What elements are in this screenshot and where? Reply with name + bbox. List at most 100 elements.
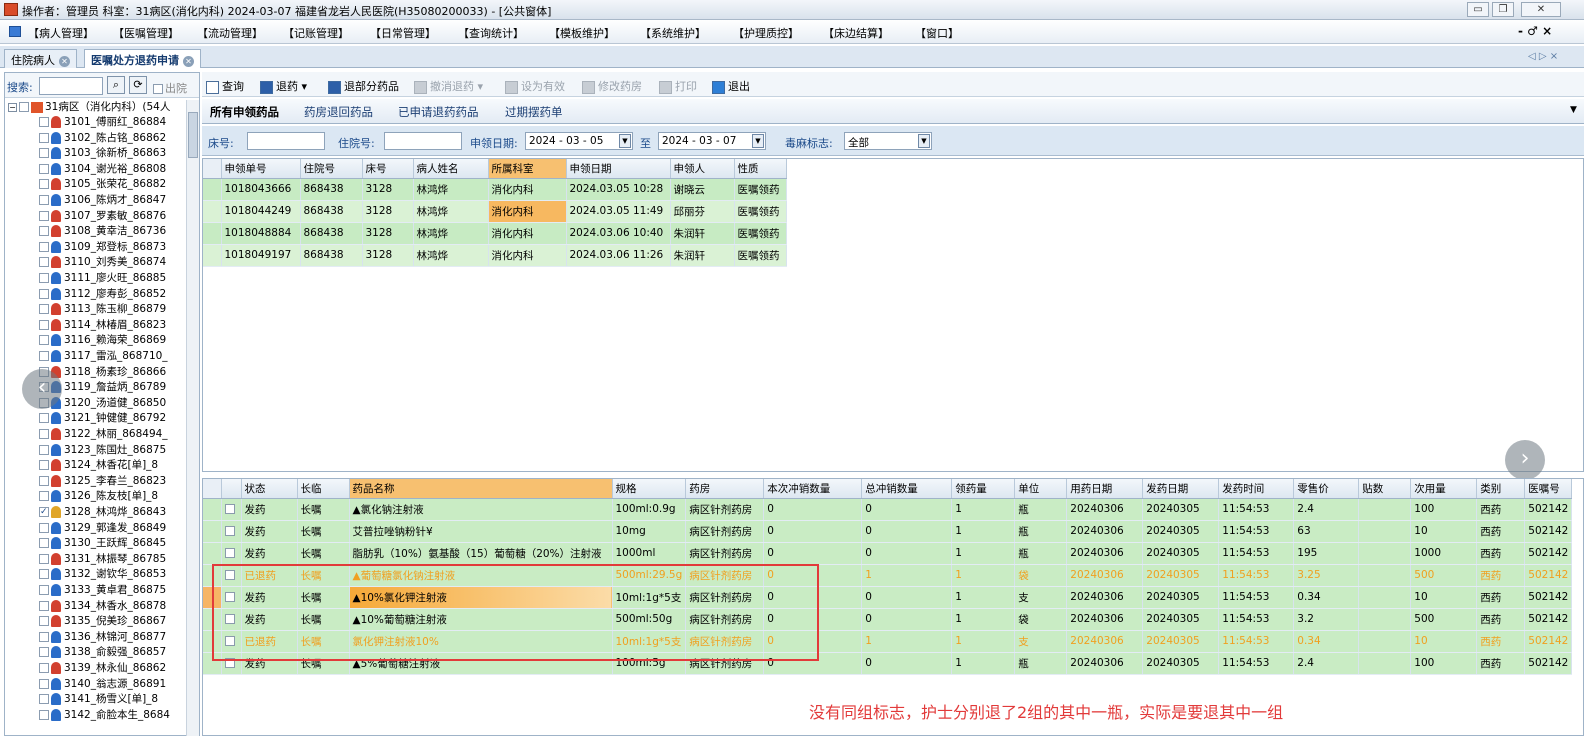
set-valid-button[interactable]: 设为有效 [505, 78, 565, 94]
patient-item[interactable]: 3130_王跃辉_86845 [39, 536, 166, 551]
table-row[interactable]: 1018048884 868438 3128 林鸿烨 消化内科 2024.03.06 10… [203, 222, 787, 245]
row-header[interactable] [203, 244, 222, 267]
menu-statistics[interactable]: 【查询统计】 [458, 25, 524, 41]
discharged-toggle[interactable]: 出院 [153, 80, 187, 96]
tab-return-request[interactable]: 医嘱处方退药申请 ✕ [84, 49, 201, 68]
column-header[interactable]: 用药日期 [1066, 479, 1144, 499]
patient-checkbox[interactable] [39, 600, 49, 611]
row-header[interactable] [203, 178, 222, 201]
menu-patient[interactable]: 【病人管理】 [28, 25, 94, 41]
tab-return-requested[interactable]: 已申请退药药品 [398, 104, 479, 120]
patient-item[interactable]: 3134_林香水_86878 [39, 599, 166, 614]
patient-checkbox[interactable] [39, 585, 49, 595]
column-header[interactable]: 状态 [241, 479, 298, 499]
table-row[interactable]: 1018043666 868438 3128 林鸿烨 消化内科 2024.03.05 10… [203, 178, 787, 201]
row-header[interactable] [203, 542, 222, 565]
patient-checkbox[interactable] [39, 288, 49, 299]
patient-item[interactable]: 3102_陈占铭_86862 [39, 131, 166, 146]
mdi-controls[interactable]: - ♂ × [1518, 24, 1552, 38]
query-button[interactable]: 查询 [206, 78, 244, 94]
discharged-checkbox[interactable] [153, 84, 163, 94]
patient-item[interactable]: 3111_廖火旺_86885 [39, 271, 166, 286]
patient-item[interactable]: 3131_林振琴_86785 [39, 552, 166, 567]
patient-item[interactable]: 3107_罗素敏_86876 [39, 209, 166, 224]
patient-checkbox[interactable] [39, 304, 49, 315]
row-header[interactable] [203, 498, 222, 521]
patient-item[interactable]: 3126_陈友枝[单]_8 [39, 489, 158, 504]
patient-item[interactable]: 3116_赖海荣_86869 [39, 333, 166, 348]
patient-item[interactable]: 3121_钟健健_86792 [39, 411, 166, 426]
column-header[interactable]: 单位 [1014, 479, 1068, 499]
menu-nursing[interactable]: 【护理质控】 [733, 25, 799, 41]
chevron-down-icon[interactable]: ▼ [918, 134, 930, 148]
patient-item[interactable]: 3103_徐新桥_86863 [39, 146, 166, 161]
patient-checkbox[interactable] [39, 444, 49, 455]
patient-item[interactable]: 3132_谢钦华_86853 [39, 567, 166, 582]
cancel-return-button[interactable]: 撤消退药 ▾ [414, 78, 483, 94]
patient-checkbox[interactable] [39, 257, 49, 268]
patient-item[interactable]: 3133_黄卓君_86875 [39, 583, 166, 598]
patient-checkbox[interactable] [39, 117, 49, 127]
patient-checkbox[interactable] [39, 351, 49, 361]
patient-checkbox[interactable] [39, 678, 49, 689]
column-header[interactable]: 申领人 [670, 159, 735, 179]
patient-item[interactable]: ✓ 3128_林鸿烨_86843 [39, 505, 166, 520]
refresh-icon[interactable]: ⟳ [129, 76, 147, 94]
column-header[interactable]: 药房 [685, 479, 765, 499]
tree-root[interactable]: − 31病区（消化内科）(54人 [8, 100, 170, 115]
patient-item[interactable]: 3136_林锦河_86877 [39, 630, 166, 645]
column-header[interactable]: 领药量 [951, 479, 1016, 499]
patient-item[interactable]: 3122_林丽_868494_ [39, 427, 168, 442]
patient-item[interactable]: 3112_廖寿彭_86852 [39, 287, 166, 302]
column-header[interactable]: 性质 [734, 159, 787, 179]
tab-pharmacy-returned[interactable]: 药房退回药品 [304, 104, 373, 120]
column-header[interactable]: 贴数 [1358, 479, 1412, 499]
select-cell[interactable] [221, 520, 242, 543]
patient-checkbox[interactable] [39, 163, 49, 174]
patient-checkbox[interactable] [39, 273, 49, 283]
patient-checkbox[interactable] [39, 226, 49, 237]
column-header[interactable]: 药品名称 [349, 479, 613, 499]
prev-page-arrow[interactable]: ‹ [22, 369, 62, 409]
patient-checkbox[interactable] [39, 522, 49, 533]
patient-item[interactable]: 3108_黄幸洁_86736 [39, 224, 166, 239]
menu-templates[interactable]: 【模板维护】 [549, 25, 615, 41]
patient-item[interactable]: 3110_刘秀美_86874 [39, 255, 166, 270]
patient-item[interactable]: 3104_谢光裕_86808 [39, 162, 166, 177]
menu-orders[interactable]: 【医嘱管理】 [113, 25, 179, 41]
patient-item[interactable]: 3125_李春兰_86823 [39, 474, 166, 489]
patient-item[interactable]: 3141_杨雪义[单]_8 [39, 692, 158, 707]
patient-checkbox[interactable] [39, 569, 49, 580]
patient-item[interactable]: 3105_张荣花_86882 [39, 177, 166, 192]
patient-checkbox[interactable] [39, 491, 49, 502]
patient-checkbox[interactable] [39, 709, 49, 720]
patient-item[interactable]: 3139_林永仙_86862 [39, 661, 166, 676]
patient-item[interactable]: 3117_雷泓_868710_ [39, 349, 168, 364]
narcotic-select[interactable]: 全部 ▼ [844, 132, 932, 150]
patient-item[interactable]: 3129_郭逢发_86849 [39, 521, 166, 536]
table-row[interactable]: 发药 长嘱 ▲氯化钠注射液 100ml:0.9g 病区针剂药房 0 0 1 瓶 20240306 2… [203, 498, 1573, 521]
patient-checkbox[interactable] [39, 335, 49, 346]
root-checkbox[interactable] [19, 102, 29, 112]
column-header[interactable]: 类别 [1476, 479, 1526, 499]
patient-item[interactable]: 3140_翁志源_86891 [39, 677, 166, 692]
close-window-button[interactable]: ✕ [1521, 2, 1561, 17]
patient-checkbox[interactable] [39, 663, 49, 673]
patient-item[interactable]: 3109_郑登标_86873 [39, 240, 166, 255]
patient-checkbox[interactable] [39, 241, 49, 252]
table-row[interactable]: 发药 长嘱 脂肪乳（10%）氨基酸（15）葡萄糖（20%）注射液 1000ml 病区针剂… [203, 542, 1573, 565]
row-header[interactable] [203, 520, 222, 543]
menu-accounting[interactable]: 【记账管理】 [283, 25, 349, 41]
column-header[interactable]: 规格 [612, 479, 687, 499]
patient-item[interactable]: 3114_林椿眉_86823 [39, 318, 166, 333]
bed-input[interactable] [247, 132, 325, 150]
patient-item[interactable]: 3142_俞脸本生_8684 [39, 708, 170, 723]
date-from-picker[interactable]: 2024 - 03 - 05 ▼ [525, 132, 633, 150]
patient-item[interactable]: 3135_倪美珍_86867 [39, 614, 166, 629]
date-to-picker[interactable]: 2024 - 03 - 07 ▼ [658, 132, 766, 150]
column-header[interactable]: 申领单号 [221, 159, 301, 179]
tab-inpatients[interactable]: 住院病人 ✕ [4, 49, 77, 68]
row-checkbox[interactable] [224, 526, 235, 536]
tab-nav-controls[interactable]: ◁ ▷ × [1528, 51, 1558, 62]
restore-button[interactable]: ❐ [1492, 2, 1514, 17]
